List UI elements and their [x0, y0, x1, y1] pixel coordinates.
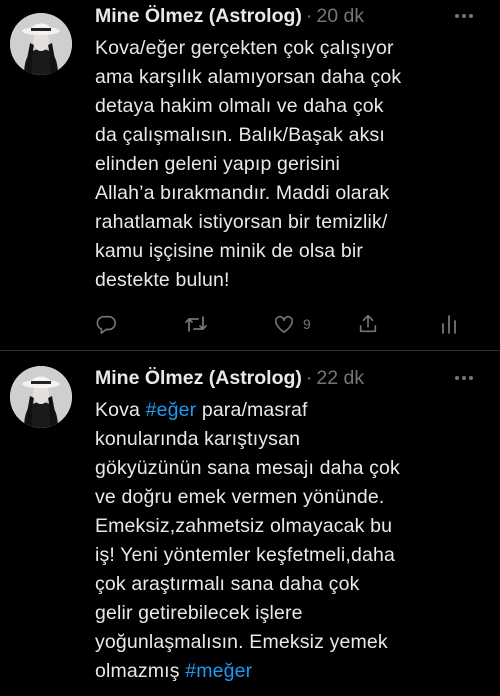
- tweet-2[interactable]: Mine Ölmez (Astrolog) · 22 dk Kova #eğer p…: [0, 352, 500, 696]
- more-dots-icon: [455, 376, 473, 380]
- tweet-text: Kova/eğer gerçekten çok çalışıyor ama ka…: [95, 37, 402, 291]
- tweet-header: Mine Ölmez (Astrolog) · 22 dk: [95, 364, 364, 392]
- tweet-text: Kova #eğer para/masraf konularında karış…: [95, 396, 495, 686]
- tweet-text-part: Kova: [95, 399, 146, 421]
- avatar-portrait-icon: [10, 366, 72, 428]
- tweet-header: Mine Ölmez (Astrolog) · 20 dk: [95, 2, 364, 30]
- retweet-button[interactable]: [184, 312, 208, 336]
- analytics-button[interactable]: [439, 312, 459, 336]
- tweet-1[interactable]: Mine Ölmez (Astrolog) · 20 dk Kova/eğer ge…: [0, 0, 500, 351]
- separator-dot: ·: [305, 5, 313, 27]
- hashtag-link[interactable]: #meğer: [185, 660, 252, 682]
- more-options-button[interactable]: [452, 366, 476, 390]
- share-button[interactable]: [357, 312, 379, 336]
- more-dots-icon: [455, 14, 473, 18]
- share-icon: [359, 314, 377, 333]
- timestamp[interactable]: 20 dk: [316, 5, 364, 27]
- separator-dot: ·: [305, 367, 313, 389]
- reply-icon: [96, 315, 116, 334]
- reply-button[interactable]: [95, 312, 117, 336]
- like-count: 9: [303, 316, 311, 332]
- author-name[interactable]: Mine Ölmez (Astrolog): [95, 367, 302, 389]
- hashtag-link[interactable]: #eğer: [146, 399, 197, 421]
- like-button[interactable]: 9: [273, 312, 311, 336]
- more-options-button[interactable]: [452, 4, 476, 28]
- tweet-text-part: para/masraf konularında karıştıysan göky…: [95, 399, 400, 682]
- avatar-portrait-icon: [10, 13, 72, 75]
- timestamp[interactable]: 22 dk: [316, 367, 364, 389]
- author-name[interactable]: Mine Ölmez (Astrolog): [95, 5, 302, 27]
- avatar[interactable]: [10, 366, 72, 428]
- analytics-icon: [442, 315, 456, 334]
- heart-icon: [275, 315, 293, 333]
- retweet-icon: [185, 316, 207, 332]
- avatar[interactable]: [10, 13, 72, 75]
- tweet-actions: 9: [95, 312, 475, 336]
